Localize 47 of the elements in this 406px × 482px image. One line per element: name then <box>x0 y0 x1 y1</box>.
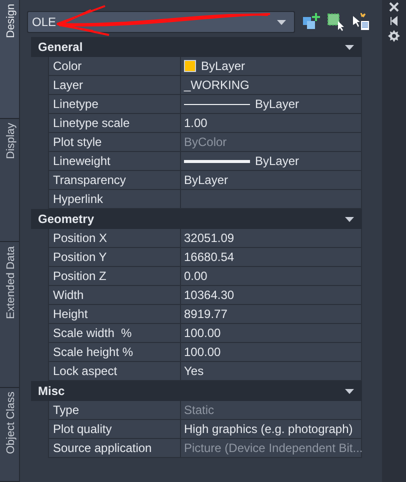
property-name: Type <box>49 401 181 420</box>
property-value[interactable]: ByLayer <box>255 154 300 168</box>
settings-icon[interactable] <box>388 30 400 42</box>
property-value[interactable]: ByLayer <box>255 97 300 111</box>
property-name: Transparency <box>49 171 181 190</box>
property-name: Color <box>49 57 181 76</box>
property-name: Width <box>49 286 181 305</box>
property-value[interactable]: ByLayer <box>184 173 228 187</box>
property-value[interactable]: 0.00 <box>184 269 208 283</box>
property-name: Plot quality <box>49 420 181 439</box>
property-name: Scale height % <box>49 343 181 362</box>
pin-icon[interactable] <box>389 16 399 26</box>
quick-select-icon[interactable] <box>352 13 370 31</box>
collapse-icon <box>345 42 354 52</box>
side-tab[interactable]: Object Class <box>0 388 19 482</box>
side-tab[interactable]: Extended Data <box>0 242 19 388</box>
select-objects-icon[interactable] <box>327 13 345 31</box>
section-header[interactable]: General <box>31 37 362 57</box>
property-name: Source application <box>49 439 181 458</box>
add-object-icon[interactable] <box>302 13 320 31</box>
section-header[interactable]: Misc <box>31 381 362 401</box>
caret-icon <box>277 20 286 24</box>
property-name: Layer <box>49 76 181 95</box>
property-name: Position X <box>49 229 181 248</box>
side-tab[interactable]: Display <box>0 119 19 242</box>
collapse-icon <box>345 214 354 224</box>
property-name: Position Y <box>49 248 181 267</box>
property-name: Lineweight <box>49 152 181 171</box>
property-value[interactable]: 8919.77 <box>184 307 228 321</box>
property-name: Position Z <box>49 267 181 286</box>
property-name: Linetype scale <box>49 114 181 133</box>
property-value[interactable]: ByLayer <box>201 59 246 73</box>
property-value[interactable]: Yes <box>184 364 204 378</box>
property-name: Lock aspect <box>49 362 181 381</box>
property-value[interactable]: 1.00 <box>184 116 208 130</box>
collapse-icon <box>345 386 354 396</box>
side-tab[interactable]: Design <box>0 0 19 119</box>
property-name: Scale width % <box>49 324 181 343</box>
close-icon[interactable] <box>389 2 399 12</box>
property-value[interactable]: 100.00 <box>184 326 221 340</box>
section-header[interactable]: Geometry <box>31 209 362 229</box>
property-value[interactable]: 100.00 <box>184 345 221 359</box>
property-name: Height <box>49 305 181 324</box>
property-name: Linetype <box>49 95 181 114</box>
property-name: Plot style <box>49 133 181 152</box>
property-name: Hyperlink <box>49 190 181 209</box>
lineweight-sample <box>184 160 250 162</box>
